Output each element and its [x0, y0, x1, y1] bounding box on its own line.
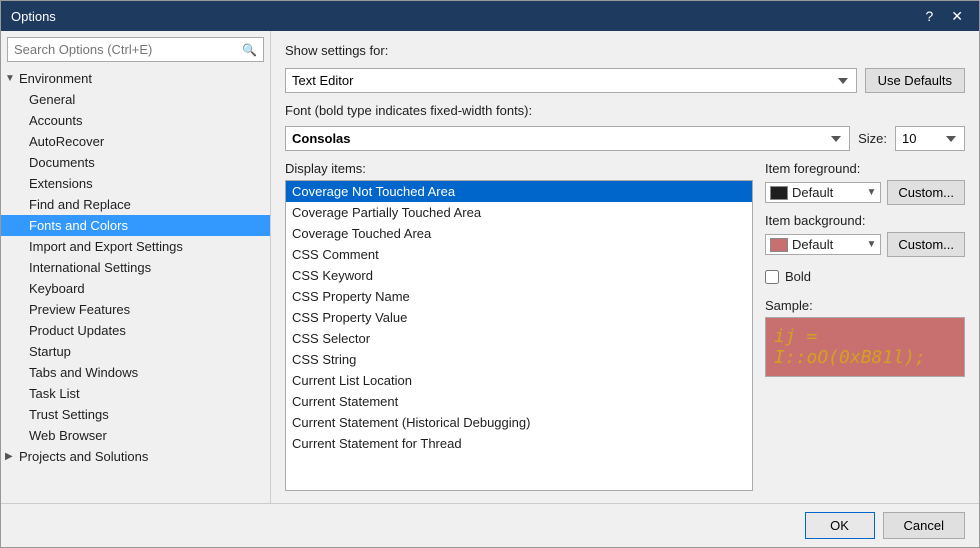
sidebar-item-fonts-colors[interactable]: Fonts and Colors — [1, 215, 270, 236]
projects-label: Projects and Solutions — [19, 449, 148, 464]
show-settings-select[interactable]: Text Editor — [285, 68, 857, 93]
show-settings-label: Show settings for: — [285, 43, 388, 58]
bold-row: Bold — [765, 269, 965, 284]
size-select[interactable]: 10 — [895, 126, 965, 151]
list-item[interactable]: Current List Location — [286, 370, 752, 391]
help-button[interactable]: ? — [919, 7, 939, 25]
foreground-value: Default — [792, 185, 862, 200]
foreground-swatch — [770, 186, 788, 200]
close-button[interactable]: ✕ — [945, 7, 969, 25]
sample-section: Sample: ij = I::oO(0xB81l); — [765, 298, 965, 377]
ok-button[interactable]: OK — [805, 512, 875, 539]
title-bar: Options ? ✕ — [1, 1, 979, 31]
background-label: Item background: — [765, 213, 965, 228]
sidebar-item-documents[interactable]: Documents — [1, 152, 270, 173]
sidebar-item-preview[interactable]: Preview Features — [1, 299, 270, 320]
tree-container: ▼ Environment General Accounts AutoRecov… — [1, 68, 270, 503]
tree-projects[interactable]: ▶ Projects and Solutions — [1, 446, 270, 467]
sidebar-item-international[interactable]: International Settings — [1, 257, 270, 278]
list-item[interactable]: Coverage Partially Touched Area — [286, 202, 752, 223]
options-dialog: Options ? ✕ 🔍 ▼ Environment General A — [0, 0, 980, 548]
display-items-list: Coverage Not Touched Area Coverage Parti… — [285, 180, 753, 491]
show-settings-control-row: Text Editor Use Defaults — [285, 68, 965, 93]
foreground-custom-button[interactable]: Custom... — [887, 180, 965, 205]
cancel-button[interactable]: Cancel — [883, 512, 965, 539]
title-controls: ? ✕ — [919, 7, 969, 25]
sidebar-item-web-browser[interactable]: Web Browser — [1, 425, 270, 446]
sidebar-item-accounts[interactable]: Accounts — [1, 110, 270, 131]
list-item[interactable]: CSS Property Value — [286, 307, 752, 328]
list-item[interactable]: CSS Selector — [286, 328, 752, 349]
foreground-row: Item foreground: Default ▼ Custom... — [765, 161, 965, 205]
background-dropdown-arrow: ▼ — [866, 239, 876, 250]
search-box[interactable]: 🔍 — [7, 37, 264, 62]
sample-label: Sample: — [765, 298, 965, 313]
size-label: Size: — [858, 131, 887, 146]
tree-arrow-environment: ▼ — [5, 73, 19, 84]
background-select[interactable]: Default ▼ — [765, 234, 881, 255]
foreground-select[interactable]: Default ▼ — [765, 182, 881, 203]
foreground-dropdown-arrow: ▼ — [866, 187, 876, 198]
list-item[interactable]: Current Statement — [286, 391, 752, 412]
sidebar-item-general[interactable]: General — [1, 89, 270, 110]
sidebar-item-find-replace[interactable]: Find and Replace — [1, 194, 270, 215]
foreground-label: Item foreground: — [765, 161, 965, 176]
search-input[interactable] — [8, 38, 236, 61]
color-col: Item foreground: Default ▼ Custom... — [765, 161, 965, 491]
font-label: Font (bold type indicates fixed-width fo… — [285, 103, 965, 118]
tree-environment[interactable]: ▼ Environment — [1, 68, 270, 89]
background-swatch — [770, 238, 788, 252]
sidebar-item-startup[interactable]: Startup — [1, 341, 270, 362]
footer: OK Cancel — [1, 503, 979, 547]
dialog-title: Options — [11, 9, 56, 24]
background-row: Item background: Default ▼ Custom... — [765, 213, 965, 257]
list-item[interactable]: Current Statement (Historical Debugging) — [286, 412, 752, 433]
foreground-picker-row: Default ▼ Custom... — [765, 180, 965, 205]
background-custom-button[interactable]: Custom... — [887, 232, 965, 257]
bold-label: Bold — [785, 269, 811, 284]
list-item[interactable]: CSS Keyword — [286, 265, 752, 286]
list-item[interactable]: Current Statement for Thread — [286, 433, 752, 454]
background-picker-row: Default ▼ Custom... — [765, 232, 965, 257]
use-defaults-button[interactable]: Use Defaults — [865, 68, 965, 93]
sidebar-item-tabs-windows[interactable]: Tabs and Windows — [1, 362, 270, 383]
sidebar-item-product-updates[interactable]: Product Updates — [1, 320, 270, 341]
font-row: Consolas Size: 10 — [285, 126, 965, 151]
display-items-label: Display items: — [285, 161, 753, 176]
list-item[interactable]: Coverage Not Touched Area — [286, 181, 752, 202]
sidebar-item-import-export[interactable]: Import and Export Settings — [1, 236, 270, 257]
environment-label: Environment — [19, 71, 92, 86]
list-item[interactable]: CSS Property Name — [286, 286, 752, 307]
right-panel: Show settings for: Text Editor Use Defau… — [271, 31, 979, 503]
sample-box: ij = I::oO(0xB81l); — [765, 317, 965, 377]
dialog-body: 🔍 ▼ Environment General Accounts AutoRec… — [1, 31, 979, 503]
sidebar-item-keyboard[interactable]: Keyboard — [1, 278, 270, 299]
sidebar-item-extensions[interactable]: Extensions — [1, 173, 270, 194]
list-item[interactable]: CSS String — [286, 349, 752, 370]
background-value: Default — [792, 237, 862, 252]
sidebar-item-task-list[interactable]: Task List — [1, 383, 270, 404]
search-icon: 🔍 — [236, 39, 263, 61]
font-select[interactable]: Consolas — [285, 126, 850, 151]
sidebar-item-autorecover[interactable]: AutoRecover — [1, 131, 270, 152]
bold-checkbox[interactable] — [765, 270, 779, 284]
sidebar-item-trust-settings[interactable]: Trust Settings — [1, 404, 270, 425]
list-item[interactable]: CSS Comment — [286, 244, 752, 265]
list-item[interactable]: Coverage Touched Area — [286, 223, 752, 244]
lower-section: Display items: Coverage Not Touched Area… — [285, 161, 965, 491]
left-panel: 🔍 ▼ Environment General Accounts AutoRec… — [1, 31, 271, 503]
show-settings-row: Show settings for: — [285, 43, 965, 58]
tree-arrow-projects: ▶ — [5, 451, 19, 462]
display-items-col: Display items: Coverage Not Touched Area… — [285, 161, 753, 491]
